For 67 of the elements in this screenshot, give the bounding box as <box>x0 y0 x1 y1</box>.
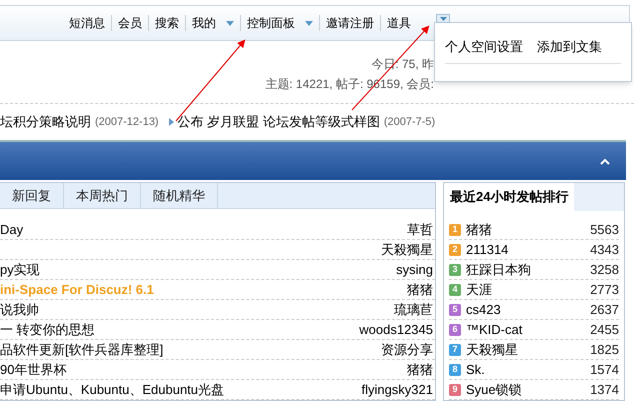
post-count: 1374 <box>590 380 619 399</box>
panel-title: 最近24小时发帖排行 <box>449 188 570 206</box>
user-link[interactable]: Syue锁锁 <box>466 380 590 400</box>
tab-strip <box>574 183 624 211</box>
post-count: 2773 <box>590 280 619 299</box>
user-link[interactable]: Sk. <box>466 360 590 380</box>
announcement-date: (2007-12-13) <box>95 114 159 130</box>
post-count: 1825 <box>590 340 619 359</box>
post-count: 2455 <box>590 320 619 339</box>
rank-badge: 1 <box>449 224 461 236</box>
author-link[interactable]: 琉璃苣 <box>394 300 433 320</box>
author-link[interactable]: 资源分享 <box>381 340 433 360</box>
author-link[interactable]: 猪猪 <box>407 360 433 380</box>
thread-link[interactable]: 90年世界杯 <box>0 360 66 380</box>
author-link[interactable]: flyingsky321 <box>361 380 433 400</box>
post-count: 2637 <box>590 300 619 319</box>
author-link[interactable]: 猪猪 <box>407 280 433 300</box>
tab[interactable]: 本周热门 <box>64 183 141 208</box>
rank-badge: 2 <box>449 244 461 256</box>
post-count: 4343 <box>590 240 619 259</box>
nav-link[interactable]: 道具 <box>387 14 411 32</box>
thread-link[interactable]: 说我帅 <box>0 300 39 320</box>
nav-link[interactable]: 邀请注册 <box>326 14 374 32</box>
author-link[interactable]: 草哲 <box>407 220 433 240</box>
nav-link[interactable]: 会员 <box>118 14 142 32</box>
nav-link[interactable]: 我的 <box>192 14 216 32</box>
post-count: 5563 <box>590 220 619 239</box>
rank-badge: 5 <box>449 304 461 316</box>
rank-badge: 4 <box>449 284 461 296</box>
collapse-icon[interactable] <box>600 158 610 164</box>
announcement-link[interactable]: 公布 岁月联盟 论坛发帖等级式样图 <box>178 112 380 132</box>
rank-badge: 8 <box>449 364 461 376</box>
author-link[interactable]: sysing <box>396 260 433 280</box>
user-link[interactable]: 天殺獨星 <box>466 340 590 360</box>
thread-link[interactable]: 申请Ubuntu、Kubuntu、Edubuntu光盘 <box>0 380 224 400</box>
author-link[interactable]: woods12345 <box>359 320 433 340</box>
thread-link[interactable]: 品软件更新[软件兵器库整理] <box>0 340 164 360</box>
rank-badge: 9 <box>449 384 461 396</box>
thread-link[interactable]: 一 转变你的思想 <box>0 320 95 340</box>
author-link[interactable]: 天殺獨星 <box>381 240 433 260</box>
rank-badge: 6 <box>449 324 461 336</box>
user-link[interactable]: 天涯 <box>466 280 590 300</box>
user-link[interactable]: cs423 <box>466 300 590 320</box>
caret-icon[interactable] <box>226 20 234 26</box>
announcement-link[interactable]: 坛积分策略说明 <box>0 112 91 132</box>
post-count: 1574 <box>590 360 619 379</box>
announcement-date: (2007-7-5) <box>384 114 436 130</box>
thread-link[interactable]: Day <box>0 220 24 240</box>
thread-link[interactable]: py实现 <box>0 260 40 280</box>
menu-item[interactable]: 个人空间设置 <box>445 37 523 56</box>
bullet-icon <box>168 118 174 126</box>
nav-link[interactable]: 短消息 <box>69 14 105 32</box>
stats-text: 今日: 75, 昨 <box>371 56 434 73</box>
tab[interactable]: 新回复 <box>0 183 64 208</box>
menu-item[interactable]: 添加到文集 <box>537 37 602 56</box>
post-count: 3258 <box>590 260 619 279</box>
user-link[interactable]: 猪猪 <box>466 220 590 240</box>
nav-link[interactable]: 搜索 <box>155 14 179 32</box>
user-link[interactable]: ™KID-cat <box>466 320 590 340</box>
caret-icon[interactable] <box>305 20 313 26</box>
rank-badge: 7 <box>449 344 461 356</box>
rank-badge: 3 <box>449 264 461 276</box>
user-link[interactable]: 狂踩日本狗 <box>466 260 590 280</box>
tab[interactable]: 随机精华 <box>141 183 218 208</box>
user-link[interactable]: 211314 <box>466 240 590 260</box>
dropdown-toggle[interactable] <box>436 14 450 23</box>
nav-link[interactable]: 控制面板 <box>247 14 295 32</box>
